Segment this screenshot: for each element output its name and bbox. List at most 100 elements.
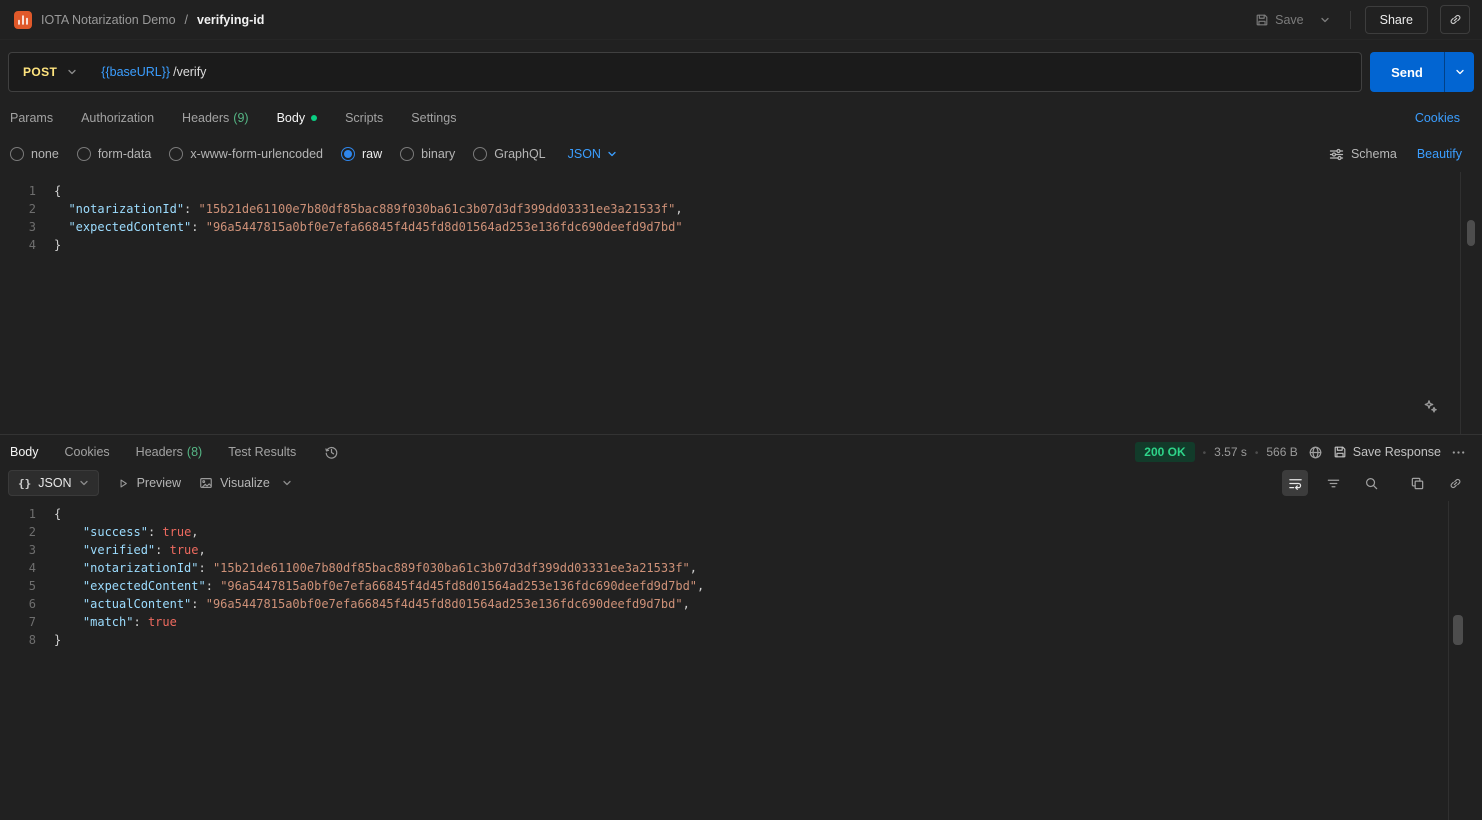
share-button[interactable]: Share xyxy=(1365,6,1428,34)
scrollbar-thumb[interactable] xyxy=(1453,615,1463,645)
code-line: 2 "success": true, xyxy=(0,523,1482,541)
code-line: 1{ xyxy=(0,182,1482,200)
response-meta: 200 OK 3.57 s 566 B Save Response xyxy=(1135,442,1468,462)
chevron-down-icon xyxy=(1455,67,1465,77)
response-size[interactable]: 566 B xyxy=(1266,445,1297,459)
code-line: 5 "expectedContent": "96a5447815a0bf0e7e… xyxy=(0,577,1482,595)
braces-icon: {} xyxy=(18,477,31,490)
chevron-down-icon xyxy=(607,149,617,159)
beautify-button[interactable]: Beautify xyxy=(1417,147,1462,161)
save-options-button[interactable] xyxy=(1314,10,1336,30)
save-button-label: Save xyxy=(1275,13,1304,27)
sliders-icon xyxy=(1329,147,1344,162)
response-body-actions xyxy=(1282,470,1468,496)
schema-button[interactable]: Schema xyxy=(1329,147,1397,162)
body-mode-form-data[interactable]: form-data xyxy=(77,147,152,161)
response-body-editor[interactable]: 1{2 "success": true,3 "verified": true,4… xyxy=(0,501,1482,820)
link-icon xyxy=(1448,12,1463,27)
postbot-icon[interactable] xyxy=(1422,398,1438,414)
separator-dot xyxy=(1203,445,1207,459)
separator-dot xyxy=(1255,445,1259,459)
workspace-icon[interactable] xyxy=(14,11,32,29)
line-number: 3 xyxy=(0,218,36,236)
response-time[interactable]: 3.57 s xyxy=(1214,445,1247,459)
breadcrumb-workspace[interactable]: IOTA Notarization Demo xyxy=(41,13,176,27)
line-number: 4 xyxy=(0,559,36,577)
line-number: 1 xyxy=(0,505,36,523)
method-dropdown[interactable]: POST xyxy=(9,53,93,91)
tab-params[interactable]: Params xyxy=(10,111,53,125)
scrollbar-track[interactable] xyxy=(1460,172,1482,434)
response-format-dropdown[interactable]: {} JSON xyxy=(8,470,99,496)
save-button[interactable]: Save xyxy=(1249,8,1310,32)
line-number: 2 xyxy=(0,200,36,218)
request-body-editor[interactable]: 1{2 "notarizationId": "15b21de61100e7b80… xyxy=(0,172,1482,434)
code-line: 3 "expectedContent": "96a5447815a0bf0e7e… xyxy=(0,218,1482,236)
ellipsis-icon xyxy=(1451,445,1466,460)
tab-scripts[interactable]: Scripts xyxy=(345,111,383,125)
line-number: 3 xyxy=(0,541,36,559)
language-dropdown[interactable]: JSON xyxy=(568,147,617,161)
send-options-button[interactable] xyxy=(1444,52,1474,92)
tab-settings[interactable]: Settings xyxy=(411,111,456,125)
line-number: 8 xyxy=(0,631,36,649)
response-section: Body Cookies Headers(8) Test Results 200… xyxy=(0,434,1482,820)
radio-icon xyxy=(10,147,24,161)
code-line: 1{ xyxy=(0,505,1482,523)
line-number: 5 xyxy=(0,577,36,595)
url-path: /verify xyxy=(173,65,206,79)
request-url-bar: POST {{baseURL}} /verify Send xyxy=(0,40,1482,100)
body-mode-raw[interactable]: raw xyxy=(341,147,382,161)
copy-button[interactable] xyxy=(1404,470,1430,496)
link-icon xyxy=(1448,476,1463,491)
body-mode-urlencoded[interactable]: x-www-form-urlencoded xyxy=(169,147,323,161)
response-tab-body[interactable]: Body xyxy=(10,445,39,459)
scrollbar-track[interactable] xyxy=(1448,501,1482,820)
response-tab-test-results[interactable]: Test Results xyxy=(228,445,296,459)
wrap-text-button[interactable] xyxy=(1282,470,1308,496)
visualize-button[interactable]: Visualize xyxy=(199,476,270,490)
body-mode-row: none form-data x-www-form-urlencoded raw… xyxy=(0,136,1482,172)
response-tab-headers[interactable]: Headers(8) xyxy=(136,445,203,459)
chevron-down-icon[interactable] xyxy=(282,478,292,488)
save-icon xyxy=(1255,13,1269,27)
play-icon xyxy=(117,477,130,490)
preview-button[interactable]: Preview xyxy=(117,476,181,490)
body-mode-graphql[interactable]: GraphQL xyxy=(473,147,545,161)
response-tab-cookies[interactable]: Cookies xyxy=(65,445,110,459)
response-code[interactable]: 1{2 "success": true,3 "verified": true,4… xyxy=(0,501,1482,649)
copy-link-button[interactable] xyxy=(1440,5,1470,34)
filter-button[interactable] xyxy=(1320,470,1346,496)
code-line: 7 "match": true xyxy=(0,613,1482,631)
tab-authorization[interactable]: Authorization xyxy=(81,111,154,125)
cookies-link[interactable]: Cookies xyxy=(1415,111,1460,125)
search-icon xyxy=(1364,476,1379,491)
url-input[interactable]: {{baseURL}} /verify xyxy=(93,65,206,79)
send-button[interactable]: Send xyxy=(1370,52,1444,92)
copy-link-button[interactable] xyxy=(1442,470,1468,496)
body-mode-binary[interactable]: binary xyxy=(400,147,455,161)
url-box: POST {{baseURL}} /verify xyxy=(8,52,1362,92)
save-response-button[interactable]: Save Response xyxy=(1333,445,1441,459)
network-info-button[interactable] xyxy=(1306,443,1325,462)
scrollbar-thumb[interactable] xyxy=(1467,220,1475,246)
image-icon xyxy=(199,476,213,490)
response-history-button[interactable] xyxy=(324,445,339,460)
body-mode-none[interactable]: none xyxy=(10,147,59,161)
status-badge[interactable]: 200 OK xyxy=(1135,442,1194,462)
history-clock-icon xyxy=(324,445,339,460)
save-response-icon xyxy=(1333,445,1347,459)
more-options-button[interactable] xyxy=(1449,443,1468,462)
radio-icon xyxy=(169,147,183,161)
send-group: Send xyxy=(1370,52,1474,92)
request-tabs: Params Authorization Headers(9) Body Scr… xyxy=(0,100,1482,136)
wrap-text-icon xyxy=(1288,476,1303,491)
radio-icon xyxy=(77,147,91,161)
request-code[interactable]: 1{2 "notarizationId": "15b21de61100e7b80… xyxy=(0,172,1482,254)
tab-headers[interactable]: Headers(9) xyxy=(182,111,249,125)
filter-icon xyxy=(1326,476,1341,491)
tab-body[interactable]: Body xyxy=(277,111,318,125)
search-button[interactable] xyxy=(1358,470,1384,496)
code-line: 2 "notarizationId": "15b21de61100e7b80df… xyxy=(0,200,1482,218)
code-line: 4} xyxy=(0,236,1482,254)
